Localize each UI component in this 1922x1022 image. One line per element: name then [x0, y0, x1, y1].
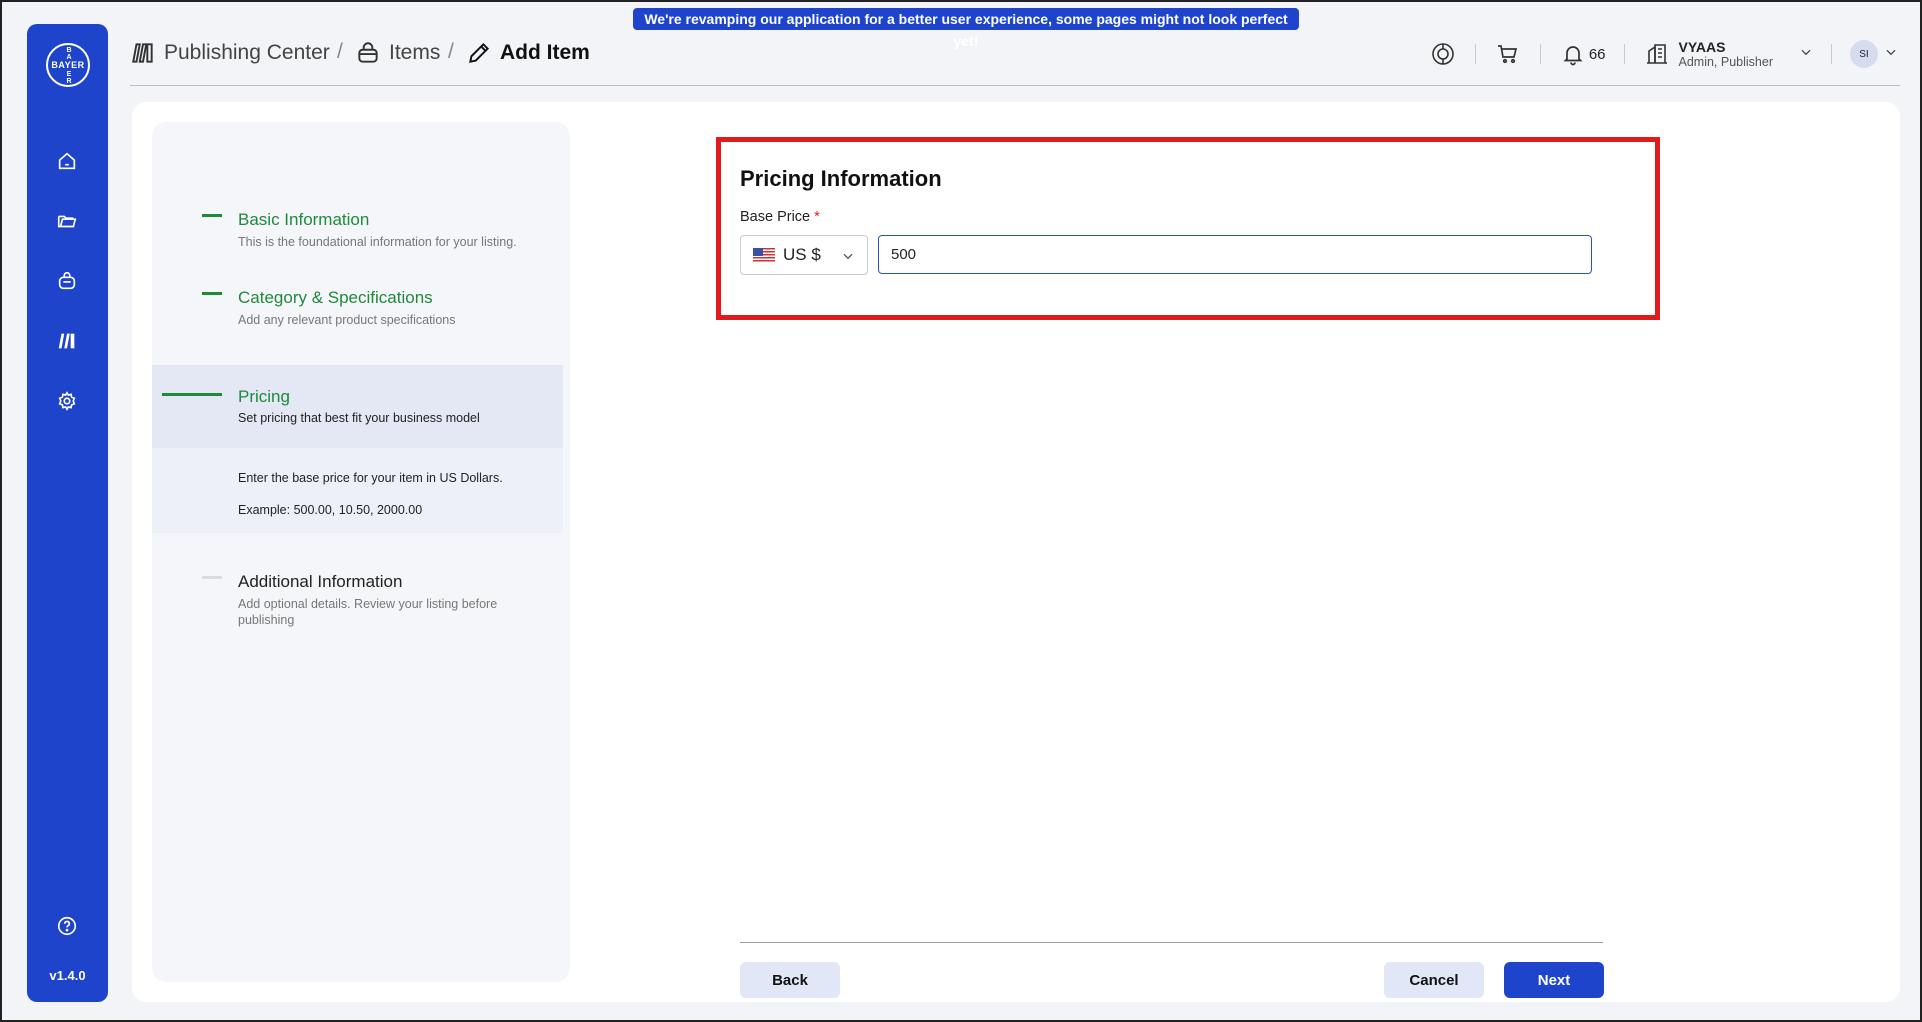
breadcrumb-publishing-center[interactable]: Publishing Center	[130, 40, 330, 66]
home-icon[interactable]	[53, 147, 81, 175]
back-button[interactable]: Back	[740, 962, 840, 998]
gear-icon[interactable]	[53, 387, 81, 415]
pencil-icon	[469, 42, 490, 63]
step-pricing-header: Pricing Set pricing that best fit your b…	[152, 365, 563, 448]
divider	[1474, 44, 1476, 64]
step-description: Add optional details. Review your listin…	[238, 597, 498, 627]
folder-icon[interactable]	[53, 207, 81, 235]
chevron-down-icon	[841, 248, 855, 268]
step-description: Add any relevant product specifications	[238, 313, 456, 327]
avatar: SI	[1850, 40, 1878, 68]
step-active-marker	[162, 393, 222, 396]
pricing-information-section: Pricing Information Base Price * US $	[716, 137, 1660, 320]
breadcrumb-add-item: Add Item	[466, 40, 590, 66]
organization-name: VYAAS	[1678, 39, 1726, 55]
header-actions: 66 VYAAS Admin, Publisher SI	[1429, 36, 1900, 72]
divider	[1831, 44, 1832, 64]
user-menu[interactable]: SI	[1850, 40, 1898, 68]
pricing-help-text: Enter the base price for your item in US…	[238, 471, 503, 485]
page-header: Publishing Center / Items / Add Item 66	[130, 36, 1900, 86]
bag-icon[interactable]	[53, 267, 81, 295]
step-pending-marker	[202, 576, 222, 579]
publishing-icon[interactable]	[53, 327, 81, 355]
section-title: Pricing Information	[740, 166, 942, 191]
footer-divider	[740, 942, 1603, 943]
basket-icon	[358, 42, 378, 63]
notification-count: 66	[1588, 45, 1606, 63]
step-title: Pricing	[238, 387, 290, 406]
steps-panel: Basic Information This is the foundation…	[152, 122, 570, 982]
base-price-input[interactable]	[878, 235, 1592, 274]
chevron-down-icon	[1884, 45, 1898, 64]
help-icon[interactable]	[53, 912, 81, 940]
announcement-banner: We're revamping our application for a be…	[633, 8, 1299, 49]
us-flag-icon	[753, 247, 775, 263]
divider	[1623, 44, 1625, 64]
notifications-button[interactable]: 66	[1559, 40, 1606, 68]
breadcrumb-label: Publishing Center	[164, 41, 330, 64]
step-complete-marker	[202, 292, 222, 295]
cart-icon[interactable]	[1494, 40, 1522, 68]
app-version: v1.4.0	[49, 968, 86, 983]
sidebar: BAYER B A E R v1.4.0	[27, 24, 108, 1002]
divider	[1539, 44, 1541, 64]
bayer-logo[interactable]: BAYER B A E R	[46, 43, 90, 87]
cancel-button[interactable]: Cancel	[1384, 962, 1484, 998]
step-title: Category & Specifications	[238, 288, 433, 307]
step-title: Basic Information	[238, 210, 370, 229]
step-title: Additional Information	[238, 572, 403, 591]
next-button[interactable]: Next	[1504, 962, 1604, 998]
pricing-example-text: Example: 500.00, 10.50, 2000.00	[238, 503, 423, 517]
bell-icon	[1559, 40, 1587, 68]
step-complete-marker	[202, 214, 222, 217]
publishing-icon	[132, 43, 153, 63]
step-pricing[interactable]: Pricing Set pricing that best fit your b…	[152, 365, 563, 533]
organization-info: VYAAS Admin, Publisher	[1679, 39, 1774, 69]
support-icon[interactable]	[1429, 40, 1457, 68]
breadcrumb-items[interactable]: Items	[355, 40, 440, 66]
page-title: Add Item	[500, 41, 590, 64]
breadcrumb-separator: /	[448, 40, 454, 63]
organization-role: Admin, Publisher	[1678, 55, 1774, 69]
organization-switcher[interactable]: VYAAS Admin, Publisher	[1643, 39, 1814, 69]
base-price-label: Base Price *	[740, 209, 820, 225]
step-description: Set pricing that best fit your business …	[238, 411, 480, 425]
breadcrumb-label: Items	[389, 41, 441, 64]
step-description: This is the foundational information for…	[238, 235, 517, 249]
required-mark: *	[814, 209, 820, 225]
breadcrumb-separator: /	[337, 40, 343, 63]
chevron-down-icon	[1799, 45, 1813, 64]
building-icon	[1643, 40, 1671, 68]
currency-select[interactable]: US $	[740, 235, 868, 275]
currency-value: US $	[783, 245, 821, 264]
